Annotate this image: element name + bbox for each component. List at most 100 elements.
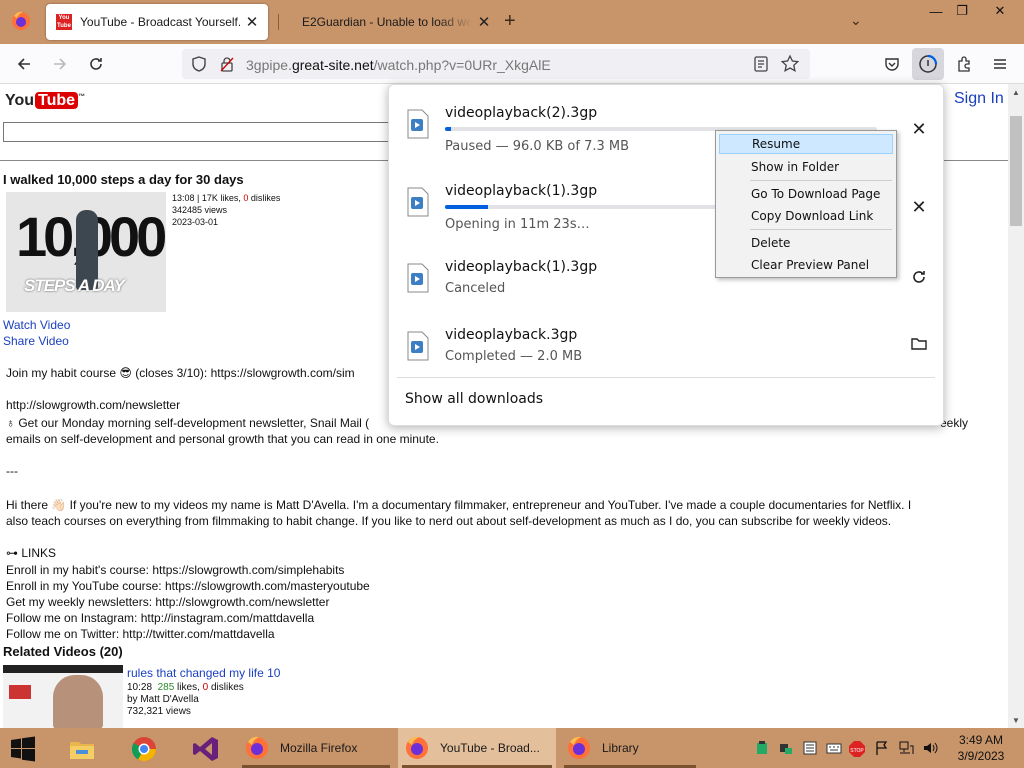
bookmark-star-icon[interactable]: [780, 54, 800, 79]
taskbar-app-firefox[interactable]: Mozilla Firefox: [238, 728, 394, 768]
url-text[interactable]: 3gpipe.great-site.net/watch.php?v=0URr_X…: [246, 57, 551, 73]
tray-network-icon[interactable]: [778, 740, 794, 759]
clock-time: 3:49 AM: [958, 733, 1004, 747]
scroll-down-icon[interactable]: ▼: [1008, 712, 1024, 728]
new-tab-icon[interactable]: +: [504, 10, 516, 33]
chevron-down-icon[interactable]: ⌄: [850, 12, 862, 29]
firefox-icon: [568, 736, 590, 759]
url-host: great-site.net: [291, 57, 374, 73]
download-filename: videoplayback(1).3gp: [445, 183, 598, 199]
download-context-menu: Resume Show in Folder Go To Download Pag…: [715, 130, 897, 278]
url-path: /watch.php?v=0URr_XkgAlE: [373, 57, 551, 73]
shield-icon[interactable]: [190, 55, 208, 78]
reload-icon[interactable]: [82, 50, 110, 78]
related-dislikes-label: dislikes: [208, 682, 244, 693]
tray-ethernet-icon[interactable]: [898, 740, 914, 759]
description-line: http://slowgrowth.com/newsletter: [6, 398, 181, 412]
share-video-link[interactable]: Share Video: [3, 334, 69, 348]
firefox-icon: [12, 11, 30, 30]
related-video-meta: 10:28 285 likes, 0 dislikes by Matt D'Av…: [127, 682, 244, 718]
tray-app-icon[interactable]: [754, 740, 770, 759]
description-line: emails on self-development and personal …: [6, 432, 439, 446]
close-tab-icon[interactable]: ✕: [240, 10, 264, 34]
sign-in-link[interactable]: Sign In: [954, 90, 1004, 108]
url-bar[interactable]: 3gpipe.great-site.net/watch.php?v=0URr_X…: [182, 49, 810, 79]
taskbar-app-library[interactable]: Library: [560, 728, 700, 768]
description-line: Hi there 👋🏻 If you're new to my videos m…: [6, 498, 912, 512]
tray-calculator-icon[interactable]: [802, 740, 818, 759]
cancel-icon[interactable]: ✕: [907, 195, 931, 219]
firefox-icon: [246, 736, 268, 759]
tab-youtube[interactable]: You Tube YouTube - Broadcast Yourself. ✕: [46, 4, 268, 40]
tray-keyboard-icon[interactable]: [826, 740, 842, 759]
clock-date: 3/9/2023: [957, 749, 1005, 763]
thumbnail-tag: [9, 685, 31, 699]
close-tab-icon[interactable]: ✕: [472, 10, 496, 34]
download-progress-fill: [445, 127, 451, 131]
taskbar-app-youtube[interactable]: YouTube - Broad...: [398, 728, 556, 768]
downloads-button[interactable]: [912, 48, 944, 80]
download-item[interactable]: videoplayback.3gp Completed — 2.0 MB: [399, 311, 935, 381]
navigation-toolbar: 3gpipe.great-site.net/watch.php?v=0URr_X…: [0, 44, 1024, 84]
chrome-icon[interactable]: [120, 732, 168, 766]
show-all-downloads-button[interactable]: Show all downloads: [405, 391, 543, 407]
retry-icon[interactable]: [907, 265, 931, 289]
volume-icon[interactable]: [922, 740, 938, 759]
search-input[interactable]: [3, 122, 403, 142]
description-line: also teach courses on everything from fi…: [6, 514, 892, 528]
menu-item-resume[interactable]: Resume: [719, 134, 893, 154]
close-window-icon[interactable]: ✕: [984, 0, 1016, 22]
forward-icon[interactable]: [46, 50, 74, 78]
tray-stop-icon[interactable]: STOP: [848, 740, 866, 761]
site-info-icon[interactable]: [218, 55, 236, 78]
description-line: Follow me on Twitter: http://twitter.com…: [6, 627, 275, 641]
logo-tube: Tube: [35, 92, 79, 109]
watch-video-link[interactable]: Watch Video: [3, 318, 70, 332]
youtube-icon: You Tube: [56, 14, 72, 30]
start-button[interactable]: [8, 736, 38, 762]
file-explorer-icon[interactable]: [58, 732, 106, 766]
description-line: Join my habit course 😎 (closes 3/10): ht…: [6, 366, 355, 380]
firefox-icon: [406, 736, 428, 759]
description-line: Enroll in my YouTube course: https://slo…: [6, 579, 370, 593]
download-filename: videoplayback(2).3gp: [445, 105, 598, 121]
related-views: 732,321 views: [127, 706, 191, 717]
download-progress-fill: [445, 205, 489, 209]
video-file-icon: [407, 263, 429, 293]
reader-view-icon[interactable]: [752, 55, 770, 78]
related-likes-label: likes,: [174, 682, 203, 693]
pocket-icon[interactable]: [878, 50, 906, 78]
menu-item-clear-preview-panel[interactable]: Clear Preview Panel: [719, 255, 893, 275]
menu-item-copy-download-link[interactable]: Copy Download Link: [719, 206, 893, 226]
video-thumbnail[interactable]: 10,000 STEPS A DAY: [6, 192, 166, 312]
related-duration: 10:28: [127, 682, 153, 693]
vertical-scrollbar[interactable]: ▲ ▼: [1008, 84, 1024, 728]
scroll-thumb[interactable]: [1010, 116, 1022, 226]
description-line: Get my weekly newsletters: http://slowgr…: [6, 595, 330, 609]
download-status: Completed — 2.0 MB: [445, 349, 583, 364]
extensions-icon[interactable]: [950, 50, 978, 78]
video-meta: 13:08 | 17K likes, 0 dislikes 342485 vie…: [172, 192, 280, 228]
menu-icon[interactable]: [986, 50, 1014, 78]
cancel-icon[interactable]: ✕: [907, 117, 931, 141]
menu-separator: [750, 229, 892, 230]
download-filename: videoplayback.3gp: [445, 327, 578, 343]
download-status: Paused — 96.0 KB of 7.3 MB: [445, 139, 630, 154]
visual-studio-icon[interactable]: [182, 732, 230, 766]
youtube-logo[interactable]: You Tube ™: [5, 92, 85, 110]
system-clock[interactable]: 3:49 AM 3/9/2023: [946, 732, 1016, 764]
tray-flag-icon[interactable]: [874, 740, 890, 759]
related-video-thumbnail[interactable]: [3, 665, 123, 728]
restore-icon[interactable]: ❐: [946, 0, 978, 22]
menu-item-show-in-folder[interactable]: Show in Folder: [719, 157, 893, 177]
logo-tm: ™: [78, 93, 86, 101]
back-icon[interactable]: [10, 50, 38, 78]
related-video-title[interactable]: rules that changed my life 10: [127, 666, 280, 680]
tab-e2guardian[interactable]: E2Guardian - Unable to load web page ✕: [290, 4, 500, 40]
menu-item-go-to-download-page[interactable]: Go To Download Page: [719, 184, 893, 204]
firefox-view-button[interactable]: [8, 8, 34, 34]
scroll-up-icon[interactable]: ▲: [1008, 84, 1024, 100]
folder-icon[interactable]: [907, 331, 931, 355]
menu-item-delete[interactable]: Delete: [719, 233, 893, 253]
tab-strip: You Tube YouTube - Broadcast Yourself. ✕ …: [0, 0, 1024, 44]
